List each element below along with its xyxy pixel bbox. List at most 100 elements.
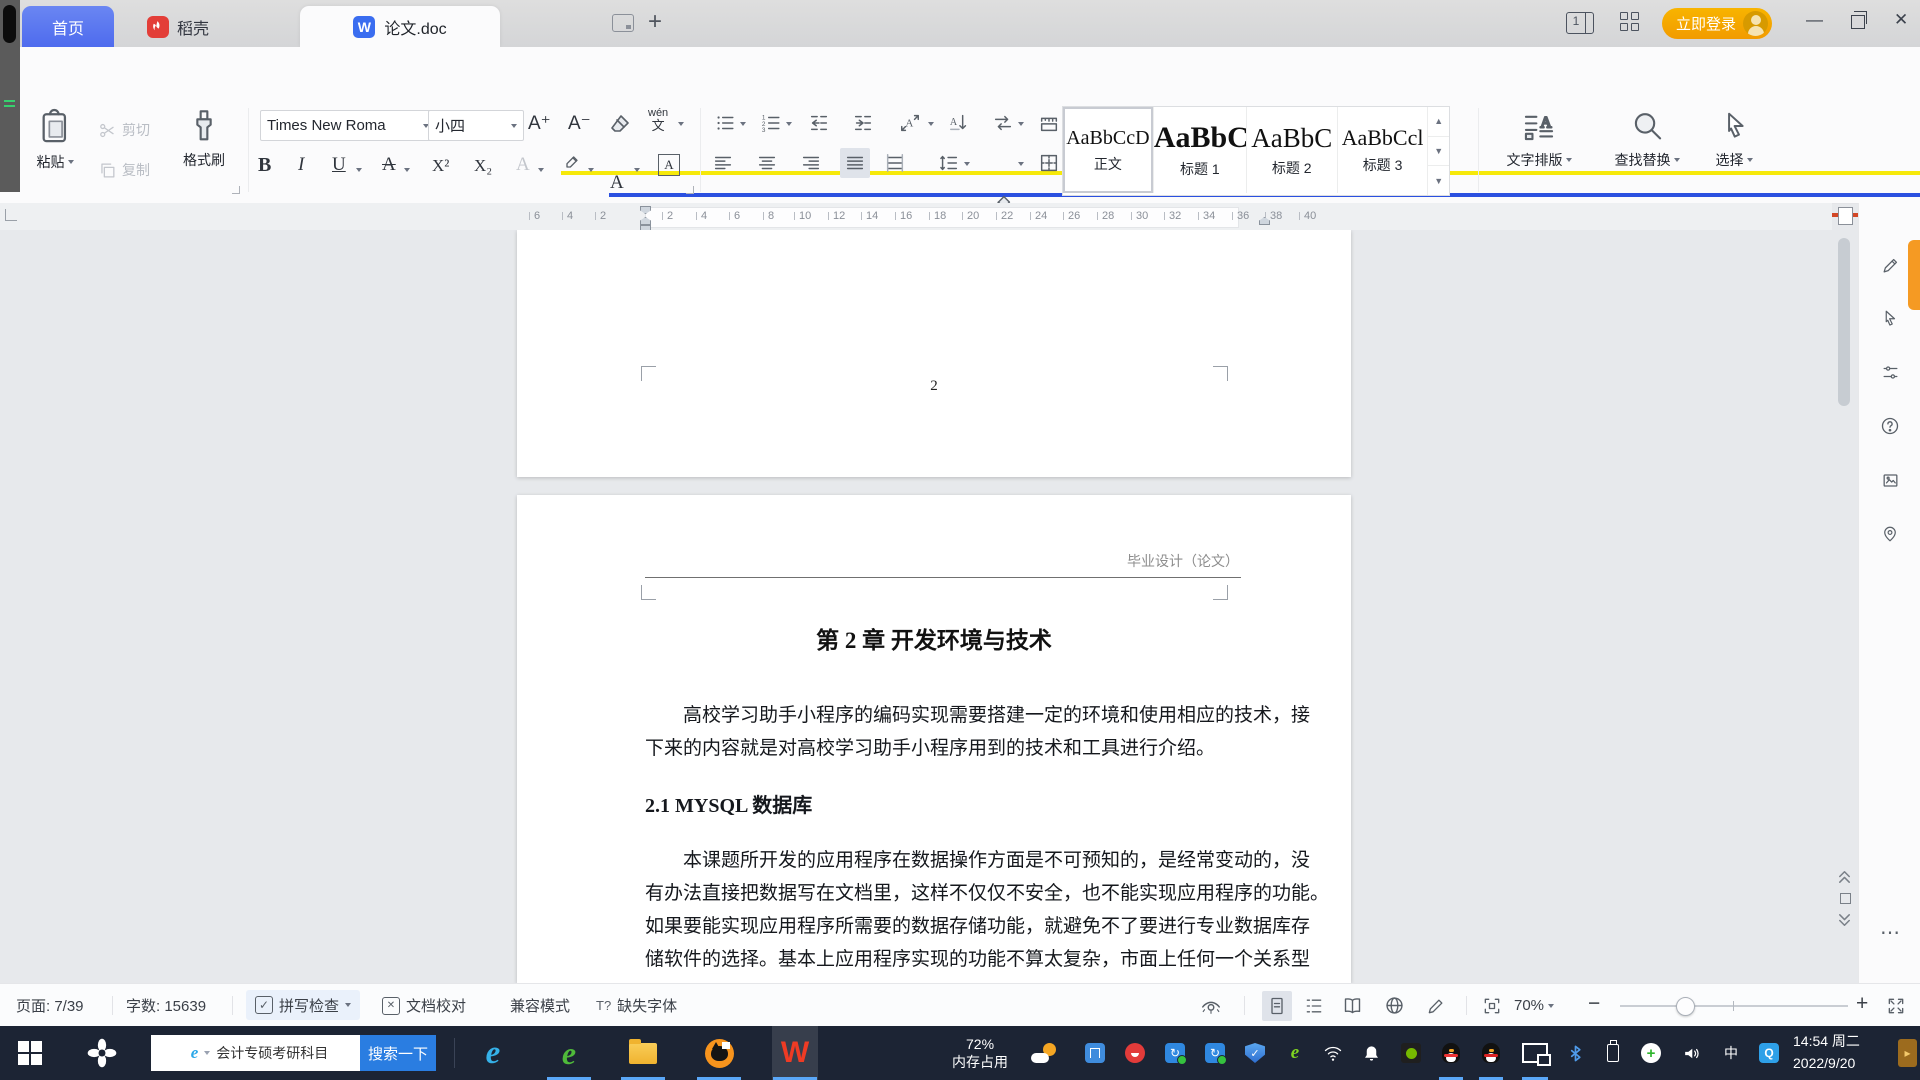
paste-button[interactable]: 粘贴 [26,108,84,194]
help-icon[interactable] [1878,414,1902,438]
zoom-slider-track[interactable] [1620,1005,1848,1007]
tray-app-red-icon[interactable] [1120,1026,1150,1080]
superscript-button[interactable]: X² [432,156,449,176]
tab-home[interactable]: 首页 [22,6,114,47]
spell-check-button[interactable]: ✓ 拼写检查 [246,990,361,1020]
borders-button[interactable] [1038,152,1060,174]
tray-tim-icon[interactable] [1476,1026,1506,1080]
format-painter-button[interactable]: 格式刷 [172,108,236,194]
pinyin-guide-button[interactable]: wén 文 [648,108,668,133]
style-heading1[interactable]: AaBbC( 标题 1 [1154,107,1247,193]
shrink-font-button[interactable]: A⁻ [568,112,591,135]
tray-qq-icon[interactable] [1436,1026,1466,1080]
missing-font-button[interactable]: T? 缺失字体 [596,984,677,1027]
close-button[interactable]: ✕ [1894,10,1908,30]
edit-pen-icon[interactable] [1878,253,1902,277]
style-normal[interactable]: AaBbCcD 正文 [1063,107,1154,193]
tray-network-icon[interactable] [1318,1026,1348,1080]
taskbar-search-button[interactable]: 搜索一下 [360,1035,436,1071]
style-scroll-down[interactable]: ▼ [1428,137,1450,167]
screen-edge-widget[interactable] [0,0,20,192]
tray-notification-bell-icon[interactable] [1356,1026,1386,1080]
tray-usb-icon[interactable] [1080,1026,1110,1080]
restore-button[interactable] [1851,11,1867,29]
style-heading2[interactable]: AaBbC 标题 2 [1247,107,1338,193]
proofread-button[interactable]: ✕ 文档校对 [382,984,466,1027]
tray-sync1-icon[interactable]: ↻ [1160,1026,1190,1080]
taskbar-clock[interactable]: 14:54 周二 2022/9/20 [1793,1026,1897,1080]
clear-format-button[interactable] [608,112,632,136]
tray-browser-icon[interactable]: e [1280,1026,1310,1080]
numbering-button[interactable]: 123 [760,112,782,134]
edge-widget-handle[interactable] [3,5,16,43]
tray-bluetooth-icon[interactable] [1560,1026,1590,1080]
style-scroll-up[interactable]: ▲ [1428,107,1450,137]
character-border-button[interactable]: A [658,154,680,176]
taskbar-360-browser-icon[interactable]: e [546,1026,592,1080]
word-count[interactable]: 字数: 15639 [126,984,206,1027]
zoom-level-button[interactable]: 70% [1514,984,1555,1027]
weather-tray-icon[interactable] [1026,1026,1062,1080]
tray-volume-icon[interactable] [1676,1026,1706,1080]
window-layout-icon[interactable]: 1 [1566,12,1594,34]
tray-ime-icon[interactable]: 中 [1716,1026,1746,1080]
italic-button[interactable]: I [298,154,304,176]
360-desktop-icon[interactable] [72,1026,132,1080]
sort-button[interactable]: A [948,112,970,134]
find-replace-button[interactable]: 查找替换 [1604,108,1690,194]
apps-grid-icon[interactable] [1620,12,1640,32]
tray-sync2-icon[interactable]: ↻ [1200,1026,1230,1080]
tab-selector-icon[interactable] [5,209,17,221]
cut-button[interactable]: 剪切 [98,120,150,140]
style-gallery-expand[interactable]: ▼ [1428,166,1449,195]
zoom-in-button[interactable]: + [1856,982,1868,1025]
paragraph-layout-button[interactable] [1038,112,1060,134]
horizontal-ruler[interactable]: 6 4 2 2 4 6 8 10 12 14 16 18 20 22 24 26… [0,203,1853,231]
grow-font-button[interactable]: A⁺ [528,112,551,135]
outline-view-button[interactable] [1304,984,1324,1027]
show-desktop-button[interactable]: ▸ [1898,1039,1917,1067]
taskbar-explorer-icon[interactable] [620,1026,666,1080]
tab-preview-icon[interactable] [612,14,634,32]
align-right-button[interactable] [800,152,822,174]
memory-usage-widget[interactable]: 72% 内存占用 [952,1026,1022,1080]
tray-display-icon[interactable] [1518,1026,1552,1080]
login-button[interactable]: 立即登录 [1662,8,1773,39]
tray-antivirus-icon[interactable]: + [1636,1026,1666,1080]
tray-usb-drive-icon[interactable] [1598,1026,1628,1080]
decrease-indent-button[interactable] [808,112,830,134]
taskbar-ie-icon[interactable]: e [470,1026,516,1080]
zoom-out-button[interactable]: − [1588,982,1600,1025]
tray-nvidia-icon[interactable] [1396,1026,1426,1080]
bullets-button[interactable] [714,112,736,134]
align-left-button[interactable] [712,152,734,174]
eye-protection-button[interactable] [1200,984,1222,1027]
tray-q-app-icon[interactable]: Q [1754,1026,1784,1080]
resource-tag-icon[interactable] [1878,522,1902,546]
font-size-combo[interactable]: 小四 [428,110,524,141]
ocr-image-icon[interactable] [1878,468,1902,492]
select-button[interactable]: 选择 [1702,108,1766,194]
annotate-pen-button[interactable] [1426,984,1446,1027]
vertical-scrollbar[interactable] [1838,238,1850,406]
new-tab-button[interactable]: + [648,8,662,36]
underline-button[interactable]: U [332,154,346,176]
next-page-button[interactable] [1836,912,1853,929]
tray-security-shield-icon[interactable]: ✓ [1240,1026,1270,1080]
read-mode-button[interactable] [1342,984,1363,1027]
minimize-button[interactable]: — [1806,10,1823,30]
document-canvas[interactable]: 2 毕业设计（论文） 第 2 章 开发环境与技术 高校学习助手小程序的编码实现需… [0,230,1832,983]
more-tools-icon[interactable]: ⋯ [1878,920,1902,944]
page-view-button[interactable] [1262,991,1292,1021]
bold-button[interactable]: B [258,154,271,177]
fit-page-button[interactable] [1482,984,1502,1027]
line-spacing-button[interactable] [938,152,960,174]
text-layout-button[interactable]: A 文字排版 [1496,108,1582,194]
adjust-spacing-icon[interactable] [1878,360,1902,384]
tab-docer[interactable]: 稻壳 [118,6,238,47]
align-center-button[interactable] [756,152,778,174]
fullscreen-button[interactable] [1886,984,1906,1027]
subscript-button[interactable]: X₂ [474,156,492,176]
increase-indent-button[interactable] [852,112,874,134]
justify-button[interactable] [840,148,870,178]
